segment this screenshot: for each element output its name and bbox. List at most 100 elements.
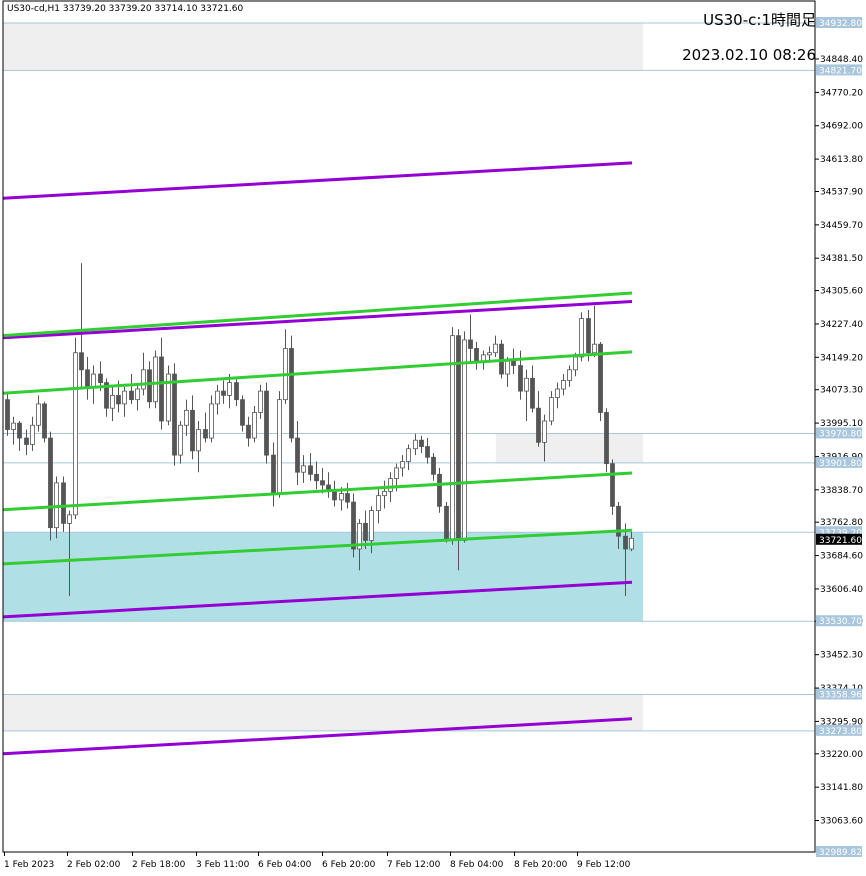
candle-body: [301, 465, 306, 473]
candle-body: [567, 369, 572, 381]
y-tick-label: 34537.90: [820, 187, 863, 197]
candle-body: [271, 454, 276, 494]
time-axis: 1 Feb 2023 2 Feb 02:00 2 Feb 18:00 3 Feb 11…: [4, 852, 631, 870]
candle-body: [382, 490, 387, 497]
candle-body: [258, 390, 263, 413]
y-tick-label: 34459.70: [820, 221, 863, 231]
candle-body: [400, 461, 405, 469]
y-tick-label: 33684.60: [820, 552, 863, 562]
y-tick-label: 33838.70: [820, 486, 863, 496]
candle-body: [351, 501, 356, 550]
candle-body: [431, 456, 436, 475]
x-tick-label: 6 Feb 20:00: [322, 860, 376, 870]
candle-body: [252, 412, 257, 439]
x-tick-label: 3 Feb 11:00: [196, 860, 250, 870]
candle-body: [474, 348, 479, 362]
candle-body: [61, 482, 66, 524]
purple-trend-line: [2, 161, 633, 200]
candle-body: [234, 382, 239, 401]
candle-body: [36, 403, 41, 426]
price-zone: [3, 694, 643, 731]
candle-body: [610, 463, 615, 507]
candle-body: [363, 522, 368, 541]
price-axis: 34848.40 34770.20 34692.00 34613.80 34537.90…: [815, 17, 863, 858]
candle-body: [573, 356, 578, 371]
candle-body: [376, 495, 381, 511]
candle-body: [85, 369, 90, 388]
candle-body: [196, 429, 201, 452]
y-tick-label: 34149.20: [820, 353, 863, 363]
y-tick-label: 34770.20: [820, 88, 863, 98]
candle-body: [542, 420, 547, 443]
candle-body: [289, 348, 294, 439]
candle-body: [147, 369, 152, 403]
candle-body: [530, 377, 535, 409]
candle-body: [456, 335, 461, 541]
candle-body: [17, 422, 22, 439]
candle-body: [184, 409, 189, 426]
candle-body: [536, 407, 541, 443]
x-tick-label: 2 Feb 02:00: [67, 860, 121, 870]
candle-body: [24, 437, 29, 445]
y-tick-label: 33220.00: [820, 750, 863, 760]
candle-body: [555, 388, 560, 398]
candle-body: [419, 439, 424, 447]
candle-body: [172, 373, 177, 456]
level-price-label: 33273.80: [819, 727, 862, 737]
green-trend-line: [2, 291, 633, 338]
candle-body: [586, 318, 591, 354]
y-tick-label: 33452.30: [820, 651, 863, 661]
y-tick-label: 34613.80: [820, 155, 863, 165]
candle-body: [388, 478, 393, 492]
price-zone: [3, 23, 643, 71]
candle-body: [345, 493, 350, 503]
candle-body: [413, 439, 418, 450]
candle-body: [209, 403, 214, 439]
candle-body: [493, 343, 498, 354]
candle-body: [437, 473, 442, 507]
x-tick-label: 8 Feb 20:00: [514, 860, 568, 870]
candle-body: [308, 465, 313, 475]
candle-body: [579, 318, 584, 358]
candle-body: [444, 505, 449, 541]
candle-body: [73, 352, 78, 516]
candle-body: [240, 399, 245, 426]
candle-body: [227, 382, 232, 396]
candle-body: [5, 399, 10, 430]
candle-body: [629, 537, 634, 550]
level-price-label: 32989.82: [819, 848, 862, 858]
level-price-label: 34821.70: [819, 66, 862, 76]
green-trend-line: [2, 350, 633, 395]
candle-body: [561, 380, 566, 390]
candle-body: [141, 369, 146, 390]
chart-area: 34848.40 34770.20 34692.00 34613.80 34537.90…: [2, 0, 863, 870]
candle-body: [320, 480, 325, 486]
level-price-label: 34932.80: [819, 19, 862, 29]
purple-trend-line: [2, 300, 633, 340]
candle-body: [190, 409, 195, 452]
y-tick-label: 33606.40: [820, 585, 863, 595]
candle-body: [153, 356, 158, 403]
y-tick-label: 34692.00: [820, 122, 863, 132]
candle-body: [135, 388, 140, 401]
candle-body: [11, 422, 16, 430]
candle-body: [221, 390, 226, 396]
candle-body: [246, 424, 251, 439]
candle-body: [468, 339, 473, 349]
candle-body: [91, 373, 96, 388]
candle-body: [549, 397, 554, 422]
candle-body: [524, 377, 529, 392]
candle-body: [511, 360, 516, 366]
x-tick-label: 1 Feb 2023: [4, 860, 54, 870]
candle-body: [425, 446, 430, 458]
x-tick-label: 8 Feb 04:00: [450, 860, 504, 870]
candle-body: [369, 510, 374, 541]
x-tick-label: 9 Feb 12:00: [577, 860, 631, 870]
x-tick-label: 7 Feb 12:00: [387, 860, 441, 870]
x-tick-label: 2 Feb 18:00: [132, 860, 186, 870]
y-tick-label: 33141.80: [820, 783, 863, 793]
current-price-label: 33721.60: [819, 536, 862, 546]
x-tick-label: 6 Feb 04:00: [258, 860, 312, 870]
candle-body: [30, 424, 35, 445]
candle-body: [203, 429, 208, 439]
